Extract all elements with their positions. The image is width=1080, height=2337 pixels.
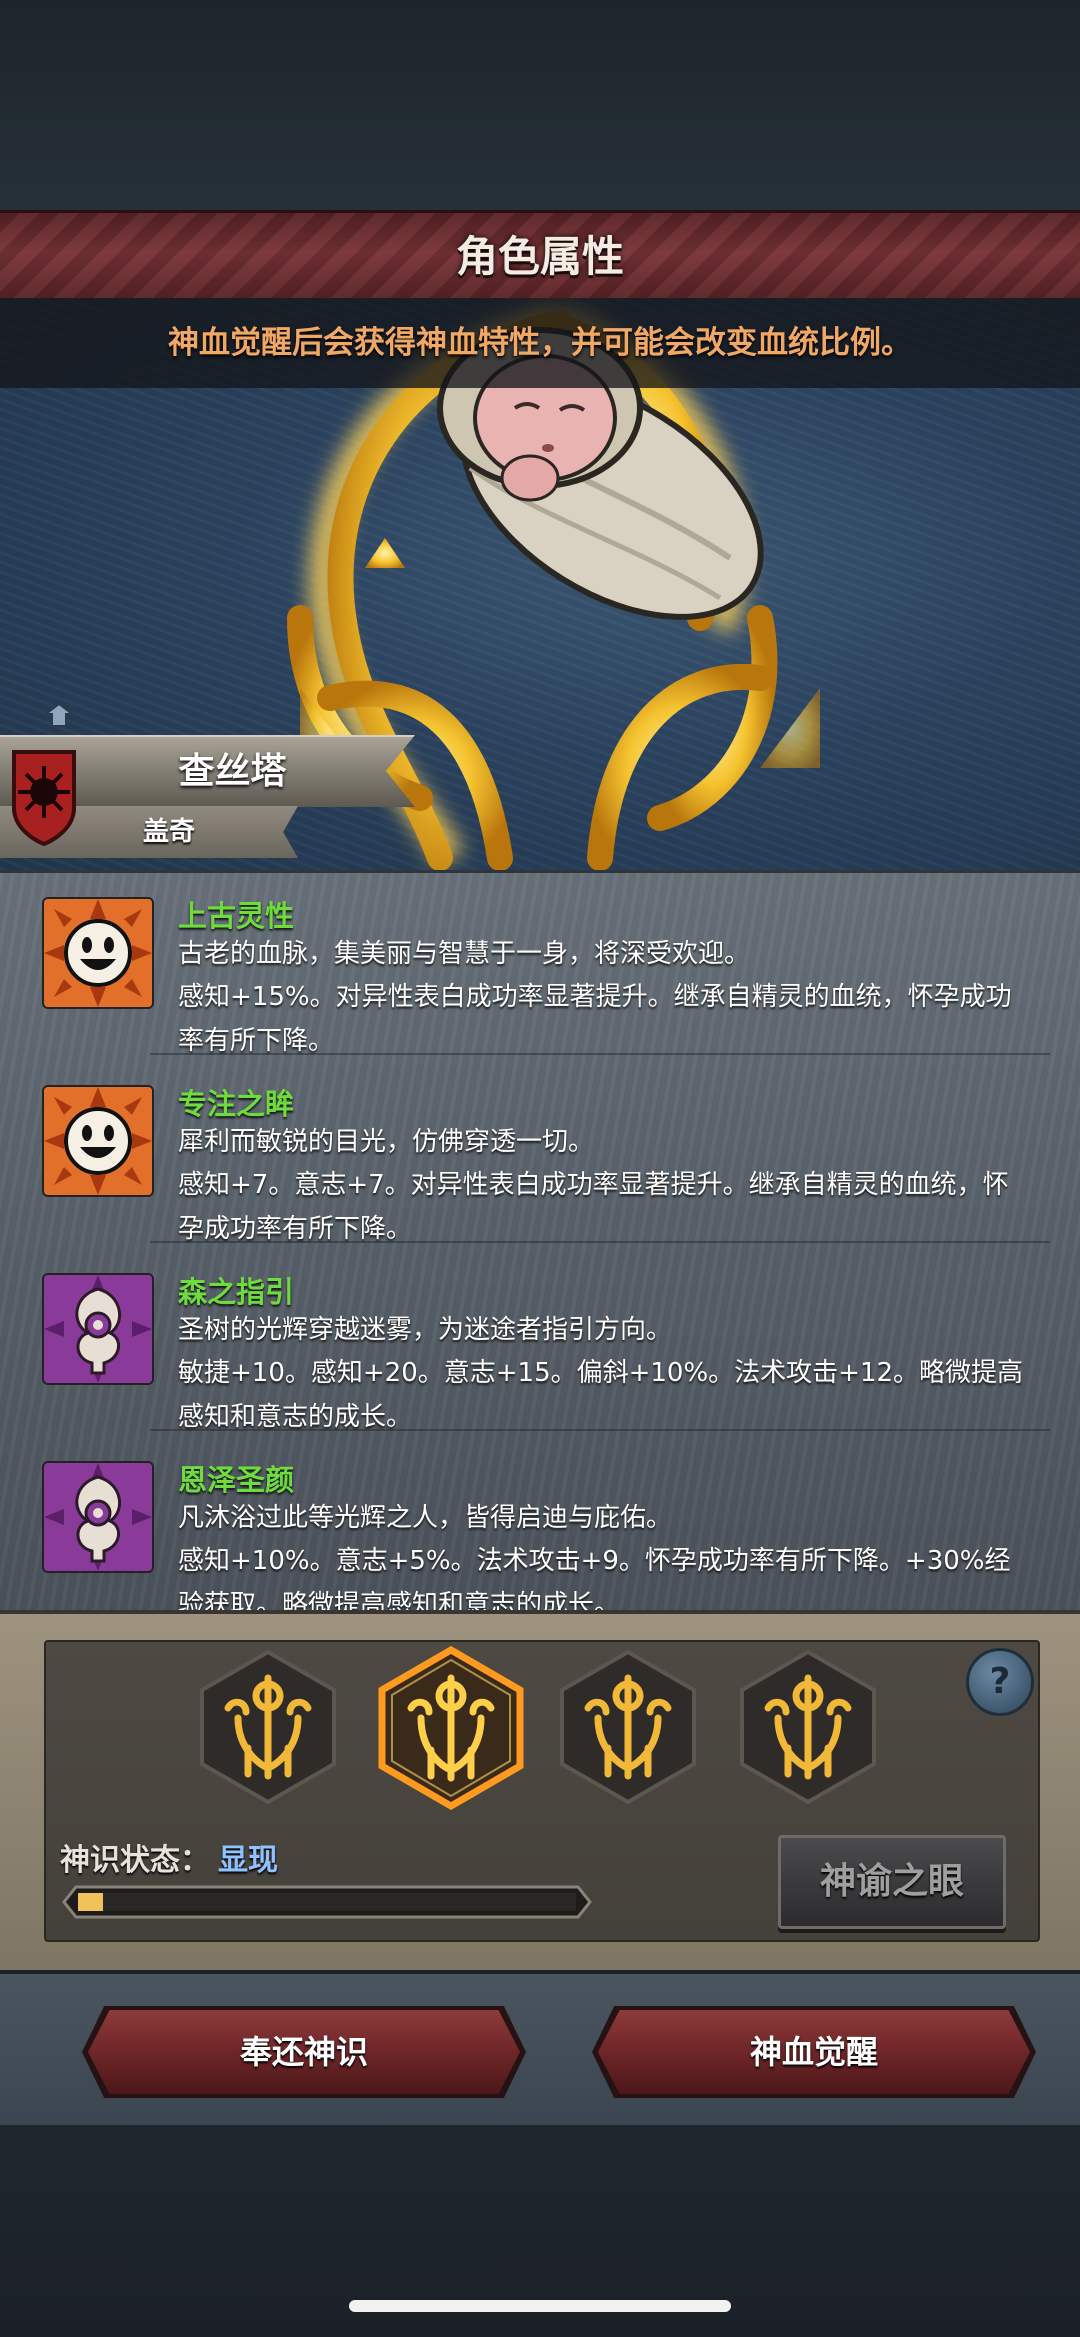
help-button[interactable]: ? <box>966 1648 1034 1716</box>
divine-slot-1[interactable] <box>198 1648 338 1806</box>
divider <box>150 1429 1050 1431</box>
smiley-sun-icon <box>42 897 154 1009</box>
trait-item: 恩泽圣颜 凡沐浴过此等光辉之人，皆得启迪与庇佑。 感知+10%。意志+5%。法术… <box>0 1447 1080 1637</box>
divine-state-value: 显现 <box>218 1843 278 1878</box>
blood-awaken-label: 神血觉醒 <box>749 2033 878 2071</box>
hint-banner: 神血觉醒后会获得神血特性，并可能会改变血统比例。 <box>0 298 1080 388</box>
trait-item: 森之指引 圣树的光辉穿越迷雾，为迷途者指引方向。 敏捷+10。感知+20。意志+… <box>0 1259 1080 1449</box>
rank-arrow-icon <box>43 702 75 728</box>
divine-state-label: 神识状态： <box>60 1843 210 1878</box>
trait-name: 专注之眸 <box>178 1087 295 1121</box>
title-banner: 角色属性 <box>0 210 1080 304</box>
trait-effect: 感知+15%。对异性表白成功率显著提升。继承自精灵的血统，怀孕成功率有所下降。 <box>178 982 1012 1056</box>
question-icon: ? <box>989 1661 1011 1702</box>
trait-item: 专注之眸 犀利而敏锐的目光，仿佛穿透一切。 感知+7。意志+7。对异性表白成功率… <box>0 1071 1080 1261</box>
divine-progress-bar <box>62 1885 592 1919</box>
home-indicator[interactable] <box>349 2300 731 2312</box>
return-divinity-button[interactable]: 奉还神识 <box>82 2006 526 2098</box>
character-name: 查丝塔 <box>178 751 287 792</box>
trait-description: 古老的血脉，集美丽与智慧于一身，将深受欢迎。 <box>178 939 751 969</box>
trait-effect: 敏捷+10。感知+20。意志+15。偏斜+10%。法术攻击+12。略微提高感知和… <box>178 1358 1024 1432</box>
trait-name: 上古灵性 <box>178 899 295 933</box>
trait-description: 圣树的光辉穿越迷雾，为迷途者指引方向。 <box>178 1315 673 1345</box>
progress-fill <box>78 1893 103 1911</box>
trait-description: 犀利而敏锐的目光，仿佛穿透一切。 <box>178 1127 595 1157</box>
top-background <box>0 0 1080 210</box>
hint-text: 神血觉醒后会获得神血特性，并可能会改变血统比例。 <box>168 325 912 361</box>
character-title: 盖奇 <box>142 817 195 847</box>
sacred-tree-icon <box>42 1461 154 1573</box>
trait-description: 凡沐浴过此等光辉之人，皆得启迪与庇佑。 <box>178 1503 673 1533</box>
divine-slot-3[interactable] <box>558 1648 698 1806</box>
divine-slot-4[interactable] <box>738 1648 878 1806</box>
divider <box>150 1241 1050 1243</box>
divine-slot-2-selected[interactable] <box>378 1645 524 1811</box>
trait-effect: 感知+7。意志+7。对异性表白成功率显著提升。继承自精灵的血统，怀孕成功率有所下… <box>178 1170 1009 1244</box>
trait-name: 恩泽圣颜 <box>178 1463 295 1497</box>
page-title: 角色属性 <box>455 232 624 281</box>
family-crest-icon <box>10 748 78 847</box>
divider <box>150 1053 1050 1055</box>
blood-awaken-button[interactable]: 神血觉醒 <box>592 2006 1036 2098</box>
return-divinity-label: 奉还神识 <box>239 2033 368 2071</box>
trait-name: 森之指引 <box>178 1275 295 1309</box>
trait-item: 上古灵性 古老的血脉，集美丽与智慧于一身，将深受欢迎。 感知+15%。对异性表白… <box>0 883 1080 1073</box>
trait-list[interactable]: 上古灵性 古老的血脉，集美丽与智慧于一身，将深受欢迎。 感知+15%。对异性表白… <box>0 870 1080 1620</box>
sacred-tree-icon <box>42 1273 154 1385</box>
oracle-eye-label: 神谕之眼 <box>819 1861 964 1902</box>
smiley-sun-icon <box>42 1085 154 1197</box>
oracle-eye-button[interactable]: 神谕之眼 <box>778 1835 1006 1929</box>
